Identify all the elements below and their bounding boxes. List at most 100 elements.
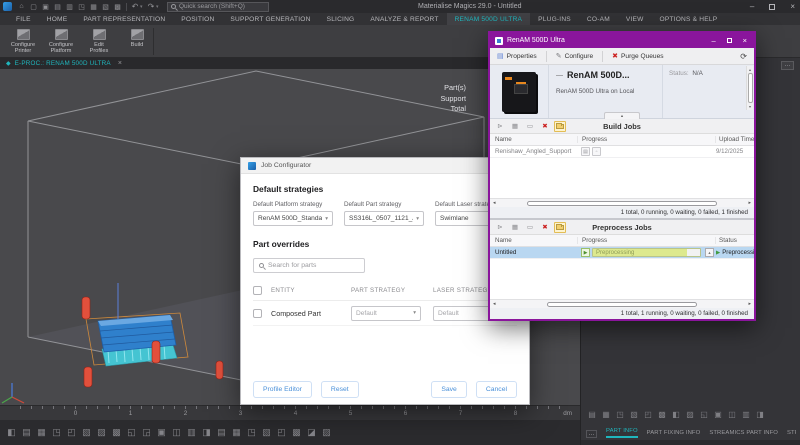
minimize-button[interactable]: – — [711, 37, 715, 45]
view-tool-icon[interactable]: ▦ — [230, 426, 243, 440]
view-tool-icon[interactable]: ▧ — [260, 426, 273, 440]
view-tool-icon[interactable]: ▦ — [35, 426, 48, 440]
ribbon-tab[interactable]: PART REPRESENTATION — [75, 13, 173, 25]
scrollbar-thumb[interactable] — [748, 73, 753, 103]
part-tool-icon[interactable]: ◧ — [670, 410, 682, 419]
submit-job-icon[interactable]: ⊳ — [494, 121, 506, 132]
scrollbar-thumb[interactable] — [547, 302, 697, 307]
quick-access-icon[interactable]: ◳ — [76, 1, 87, 12]
dialog-titlebar[interactable]: Job Configurator — [241, 158, 529, 174]
quick-access-icon[interactable]: ▩ — [112, 1, 123, 12]
view-tool-icon[interactable]: ◨ — [200, 426, 213, 440]
part-search-input[interactable]: Search for parts — [253, 258, 365, 273]
view-tool-icon[interactable]: ▧ — [80, 426, 93, 440]
open-folder-icon[interactable] — [554, 121, 566, 132]
quick-access-icon[interactable]: ▢ — [28, 1, 39, 12]
ribbon-tab[interactable]: SLICING — [319, 13, 363, 25]
scroll-right-icon[interactable]: ▸ — [748, 301, 751, 307]
view-tool-icon[interactable]: ◳ — [50, 426, 63, 440]
horizontal-scrollbar[interactable]: ◂ ▸ — [490, 198, 754, 207]
view-tool-icon[interactable]: ▩ — [110, 426, 123, 440]
part-info-tab[interactable]: PART INFO — [606, 428, 638, 438]
quick-access-icon[interactable]: ▦ — [88, 1, 99, 12]
purge-queues-button[interactable]: ✖ Purge Queues — [612, 52, 663, 60]
build-job-row[interactable]: Renishaw_Angled_Support ▤ ▫ 9/12/2025 — [490, 146, 754, 158]
view-tool-icon[interactable]: ▥ — [185, 426, 198, 440]
view-tool-icon[interactable]: ▨ — [95, 426, 108, 440]
scroll-left-icon[interactable]: ◂ — [493, 301, 496, 307]
progress-detail-icon[interactable]: ▴ — [705, 248, 714, 257]
collapse-panel-button[interactable]: ▴ — [604, 112, 640, 119]
quick-access-icon[interactable]: ▥ — [64, 1, 75, 12]
part-info-tab[interactable]: STREAMICS PART TAGS — [787, 430, 796, 438]
properties-button[interactable]: ▤ Properties — [497, 52, 537, 60]
pause-job-icon[interactable]: ▦ — [509, 222, 521, 233]
configure-button[interactable]: ✎ Configure — [556, 52, 593, 60]
stop-job-icon[interactable]: ▭ — [524, 121, 536, 132]
submit-job-icon[interactable]: ⊳ — [494, 222, 506, 233]
stop-job-icon[interactable]: ▭ — [524, 222, 536, 233]
view-tool-icon[interactable]: ▤ — [20, 426, 33, 440]
ribbon-tab[interactable]: POSITION — [173, 13, 222, 25]
reset-button[interactable]: Reset — [321, 381, 359, 398]
minimize-button[interactable]: – — [750, 3, 754, 11]
scene-tab-close-icon[interactable]: × — [118, 60, 122, 67]
ribbon-tab[interactable]: CO-AM — [579, 13, 618, 25]
view-tool-icon[interactable]: ▨ — [320, 426, 333, 440]
part-tool-icon[interactable]: ◰ — [642, 410, 654, 419]
part-info-tab[interactable]: STREAMICS PART INFO — [709, 430, 778, 438]
tabs-overflow-button[interactable]: … — [586, 430, 597, 438]
view-tool-icon[interactable]: ◫ — [170, 426, 183, 440]
quick-access-icon[interactable]: ▣ — [40, 1, 51, 12]
redo-icon[interactable]: ↷ — [146, 2, 156, 11]
scroll-left-icon[interactable]: ◂ — [493, 200, 496, 206]
ribbon-tab[interactable]: OPTIONS & HELP — [652, 13, 726, 25]
vertical-scrollbar[interactable]: ▴ ▾ — [746, 66, 753, 110]
machine-window-titlebar[interactable]: RenAM 500D Ultra – × — [490, 33, 754, 48]
part-tool-icon[interactable]: ◫ — [726, 410, 738, 419]
quick-search-input[interactable]: Quick search (Shift+Q) — [167, 2, 269, 12]
preprocess-job-row[interactable]: Untitled ▶ Preprocessing ▴ ▶ Preprocessi… — [490, 247, 754, 259]
ribbon-tab[interactable]: SUPPORT GENERATION — [222, 13, 318, 25]
view-tool-icon[interactable]: ◧ — [5, 426, 18, 440]
undo-icon[interactable]: ↶ — [130, 2, 140, 11]
scroll-right-icon[interactable]: ▸ — [748, 200, 751, 206]
part-tool-icon[interactable]: ▩ — [656, 410, 668, 419]
row-checkbox[interactable] — [253, 309, 262, 318]
view-tool-icon[interactable]: ▩ — [290, 426, 303, 440]
part-tool-icon[interactable]: ▨ — [684, 410, 696, 419]
part-tool-icon[interactable]: ▥ — [740, 410, 752, 419]
ribbon-tab[interactable]: HOME — [39, 13, 76, 25]
select-all-checkbox[interactable] — [253, 286, 262, 295]
ribbon-tab[interactable]: VIEW — [618, 13, 652, 25]
view-tool-icon[interactable]: ▤ — [215, 426, 228, 440]
view-tool-icon[interactable]: ▣ — [155, 426, 168, 440]
open-folder-icon[interactable] — [554, 222, 566, 233]
cancel-button[interactable]: Cancel — [476, 381, 517, 398]
save-button[interactable]: Save — [431, 381, 467, 398]
profile-editor-button[interactable]: Profile Editor — [253, 381, 312, 398]
ribbon-tab[interactable]: PLUG-INS — [530, 13, 579, 25]
row-part-strategy-select[interactable]: Default ▾ — [351, 306, 421, 321]
part-strategy-select[interactable]: SS316L_0507_1121_A... ▾ — [344, 211, 424, 226]
part-tool-icon[interactable]: ◨ — [754, 410, 766, 419]
part-tool-icon[interactable]: ▤ — [586, 410, 598, 419]
view-tool-icon[interactable]: ◰ — [65, 426, 78, 440]
quick-access-icon[interactable]: ⌂ — [16, 1, 27, 12]
view-tool-icon[interactable]: ◳ — [245, 426, 258, 440]
quick-access-icon[interactable]: ▤ — [52, 1, 63, 12]
view-tool-icon[interactable]: ◱ — [125, 426, 138, 440]
part-tool-icon[interactable]: ▣ — [712, 410, 724, 419]
panel-more-button[interactable]: … — [781, 61, 794, 70]
ribbon-button[interactable]: ConfigurePlatform — [43, 27, 79, 57]
redo-dropdown-icon[interactable]: ▾ — [156, 4, 162, 10]
view-tool-icon[interactable]: ◰ — [275, 426, 288, 440]
horizontal-scrollbar[interactable]: ◂ ▸ — [490, 299, 754, 308]
part-tool-icon[interactable]: ▦ — [600, 410, 612, 419]
ribbon-tab[interactable]: FILE — [8, 13, 39, 25]
scroll-down-icon[interactable]: ▾ — [749, 104, 751, 109]
part-info-tab[interactable]: PART FIXING INFO — [647, 430, 701, 438]
maximize-button[interactable] — [727, 38, 732, 43]
close-button[interactable]: × — [743, 37, 747, 45]
quick-access-icon[interactable]: ▧ — [100, 1, 111, 12]
